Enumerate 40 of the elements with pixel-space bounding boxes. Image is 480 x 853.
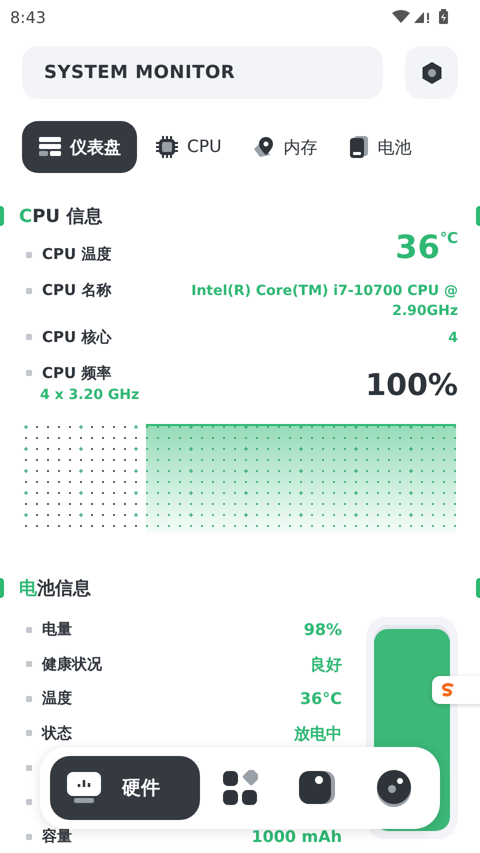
row-label: 电量 xyxy=(42,620,72,640)
row-label: 容量 xyxy=(42,827,72,846)
blob-icon xyxy=(298,770,336,806)
row-label: CPU 温度 xyxy=(42,245,112,264)
chip-icon xyxy=(155,135,179,159)
pin-icon xyxy=(252,135,276,159)
monitor-icon xyxy=(66,771,102,805)
row-label: 温度 xyxy=(42,689,72,708)
usage-value: 100% xyxy=(365,368,458,403)
row-value: 良好 xyxy=(310,654,342,676)
battery-icon xyxy=(348,135,370,159)
nav-item[interactable]: 硬件 xyxy=(50,756,200,820)
ime-logo-icon xyxy=(441,683,455,697)
section-title: CPU 信息 xyxy=(19,205,102,228)
row-value: 98% xyxy=(304,619,342,642)
section-title: 电池信息 xyxy=(19,576,91,600)
row-value: Intel(R) Core(TM) i7-10700 CPU @ 2.90GHz xyxy=(190,282,458,322)
disc-icon xyxy=(374,769,413,807)
settings-icon xyxy=(420,60,444,84)
dashboard-icon xyxy=(38,136,62,158)
row-value: 36°C xyxy=(300,688,342,710)
row-label: CPU 频率 xyxy=(42,364,112,383)
row-value: 放电中 xyxy=(294,722,342,745)
settings-button[interactable] xyxy=(405,46,458,99)
tab[interactable]: 电池 xyxy=(336,121,424,173)
tab[interactable]: 内存 xyxy=(240,121,330,173)
row-value: 1000 mAh xyxy=(251,826,342,848)
grid-icon xyxy=(222,770,258,806)
tab[interactable]: 仪表盘 xyxy=(22,121,137,173)
temperature-value: 36$^{℃}$ xyxy=(395,231,458,263)
row-label: 状态 xyxy=(42,724,72,743)
status-time: 8:43 xyxy=(10,8,46,26)
row-label: 健康状况 xyxy=(42,654,102,674)
app-title: SYSTEM MONITOR xyxy=(44,62,236,83)
row-subvalue: 4 x 3.20 GHz xyxy=(39,386,140,403)
row-label: CPU 名称 xyxy=(42,281,112,300)
row-label: CPU 核心 xyxy=(42,328,112,347)
row-value: 4 xyxy=(448,328,458,348)
ime-floating-button[interactable] xyxy=(432,676,480,704)
tab[interactable]: CPU xyxy=(143,121,234,173)
